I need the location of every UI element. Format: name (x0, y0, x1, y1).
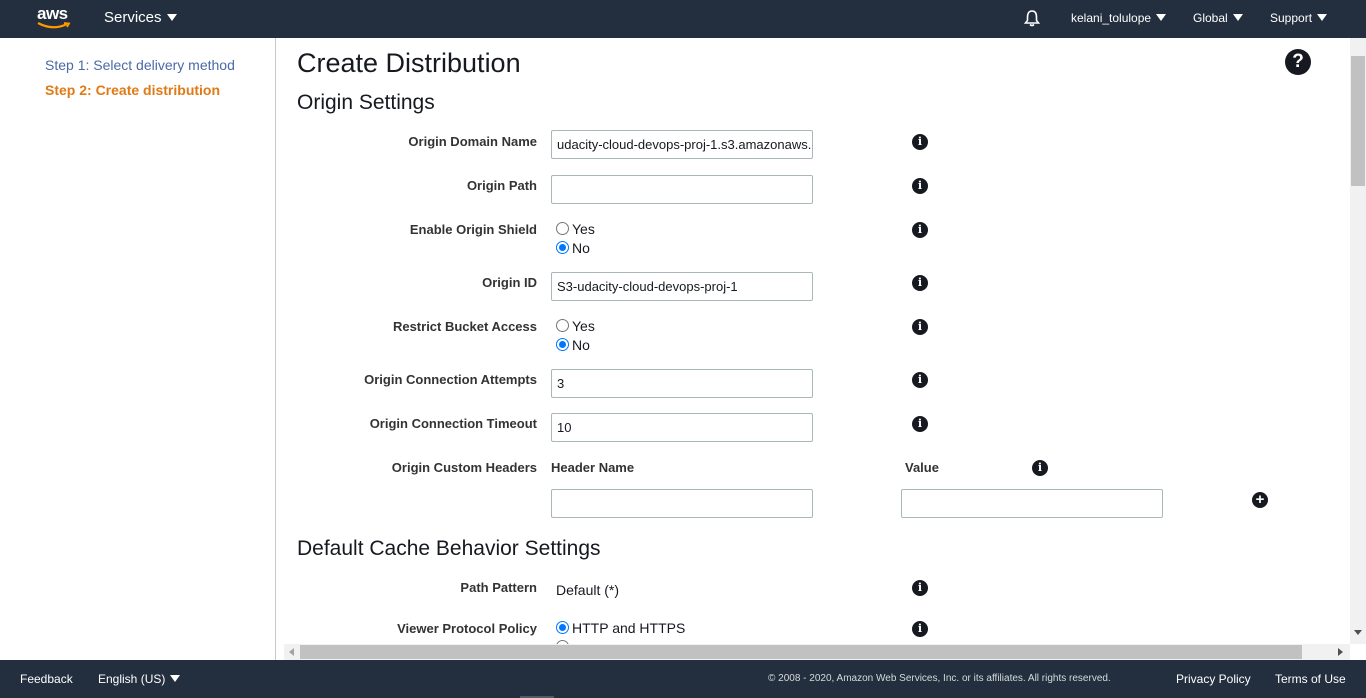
terms-of-use-link[interactable]: Terms of Use (1275, 660, 1346, 698)
services-label: Services (104, 9, 162, 26)
region-label: Global (1193, 11, 1228, 25)
info-icon[interactable]: i (912, 222, 928, 238)
account-menu[interactable]: kelani_tolulope (1071, 0, 1167, 38)
info-icon[interactable]: i (912, 178, 928, 194)
origin-domain-name-input[interactable]: udacity-cloud-devops-proj-1.s3.amazonaws… (551, 130, 813, 159)
origin-shield-no-radio[interactable]: No (556, 240, 590, 256)
info-icon[interactable]: i (912, 372, 928, 388)
region-menu[interactable]: Global (1193, 0, 1243, 38)
main-content: Create Distribution ? Origin Settings Or… (277, 38, 1350, 644)
scroll-right-arrow-icon[interactable] (1338, 648, 1343, 656)
footer: Feedback English (US) © 2008 - 2020, Ama… (0, 660, 1366, 698)
radio-label: Yes (572, 318, 595, 334)
services-menu[interactable]: Services (104, 0, 177, 38)
info-icon[interactable]: i (912, 621, 928, 637)
support-menu[interactable]: Support (1270, 0, 1328, 38)
step-2-current: Step 2: Create distribution (45, 82, 221, 98)
default-cache-heading: Default Cache Behavior Settings (297, 537, 601, 560)
http-and-https-radio[interactable]: HTTP and HTTPS (556, 620, 685, 636)
account-label: kelani_tolulope (1071, 11, 1152, 25)
help-icon[interactable]: ? (1285, 49, 1311, 75)
origin-connection-timeout-label: Origin Connection Timeout (369, 416, 537, 431)
top-nav: aws Services kelani_tolulope Global Supp… (0, 0, 1366, 38)
path-pattern-label: Path Pattern (460, 580, 537, 595)
chevron-down-icon (166, 13, 177, 21)
radio-label: No (572, 337, 590, 353)
aws-logo-text: aws (37, 4, 68, 23)
radio-button[interactable] (556, 318, 569, 332)
bell-icon[interactable] (1023, 9, 1041, 27)
aws-smile-icon (37, 22, 71, 29)
header-value-column-label: Value (905, 460, 939, 475)
info-icon[interactable]: i (912, 134, 928, 150)
custom-header-name-input[interactable] (551, 489, 813, 518)
origin-settings-heading: Origin Settings (297, 91, 435, 114)
chevron-down-icon (1317, 14, 1328, 22)
origin-id-input[interactable]: S3-udacity-cloud-devops-proj-1 (551, 272, 813, 301)
radio-label: No (572, 240, 590, 256)
path-pattern-value: Default (*) (556, 582, 620, 598)
wizard-sidebar: Step 1: Select delivery method Step 2: C… (0, 38, 276, 660)
origin-shield-yes-radio[interactable]: Yes (556, 221, 595, 237)
support-label: Support (1270, 11, 1313, 25)
chevron-down-icon (170, 675, 181, 683)
origin-custom-headers-label: Origin Custom Headers (391, 460, 537, 475)
origin-connection-attempts-input[interactable]: 3 (551, 369, 813, 398)
vertical-scrollbar-thumb[interactable] (1351, 56, 1365, 186)
language-label: English (US) (98, 672, 166, 686)
step-1-link[interactable]: Step 1: Select delivery method (45, 57, 235, 73)
scroll-down-arrow-icon[interactable] (1354, 630, 1362, 635)
scroll-left-arrow-icon[interactable] (289, 648, 294, 656)
info-icon[interactable]: i (912, 319, 928, 335)
info-icon[interactable]: i (912, 275, 928, 291)
info-icon[interactable]: i (912, 416, 928, 432)
radio-button-selected[interactable] (556, 240, 569, 254)
chevron-down-icon (1156, 14, 1167, 22)
restrict-bucket-access-label: Restrict Bucket Access (392, 319, 537, 334)
info-icon[interactable]: i (912, 580, 928, 596)
origin-domain-name-label: Origin Domain Name (408, 134, 537, 149)
radio-label: Yes (572, 221, 595, 237)
chevron-down-icon (1232, 14, 1243, 22)
privacy-policy-link[interactable]: Privacy Policy (1176, 660, 1251, 698)
header-name-column-label: Header Name (551, 460, 635, 475)
aws-logo[interactable]: aws (37, 4, 71, 34)
language-selector[interactable]: English (US) (98, 660, 181, 698)
radio-button-selected[interactable] (556, 620, 569, 634)
radio-button-selected[interactable] (556, 337, 569, 351)
add-header-icon[interactable]: + (1252, 492, 1268, 508)
origin-id-label: Origin ID (482, 275, 537, 290)
enable-origin-shield-label: Enable Origin Shield (409, 222, 537, 237)
info-icon[interactable]: i (1032, 460, 1048, 476)
horizontal-scrollbar-thumb[interactable] (300, 645, 1302, 659)
custom-header-value-input[interactable] (901, 489, 1163, 518)
origin-connection-attempts-label: Origin Connection Attempts (364, 372, 537, 387)
radio-label: HTTP and HTTPS (572, 620, 686, 636)
viewer-protocol-policy-label: Viewer Protocol Policy (397, 621, 537, 636)
restrict-bucket-yes-radio[interactable]: Yes (556, 318, 595, 334)
page-title: Create Distribution (297, 48, 521, 78)
restrict-bucket-no-radio[interactable]: No (556, 337, 590, 353)
radio-button[interactable] (556, 221, 569, 235)
feedback-link[interactable]: Feedback (20, 660, 73, 698)
copyright-text: © 2008 - 2020, Amazon Web Services, Inc.… (768, 673, 1111, 684)
origin-connection-timeout-input[interactable]: 10 (551, 413, 813, 442)
origin-path-input[interactable] (551, 175, 813, 204)
origin-path-label: Origin Path (466, 178, 537, 193)
